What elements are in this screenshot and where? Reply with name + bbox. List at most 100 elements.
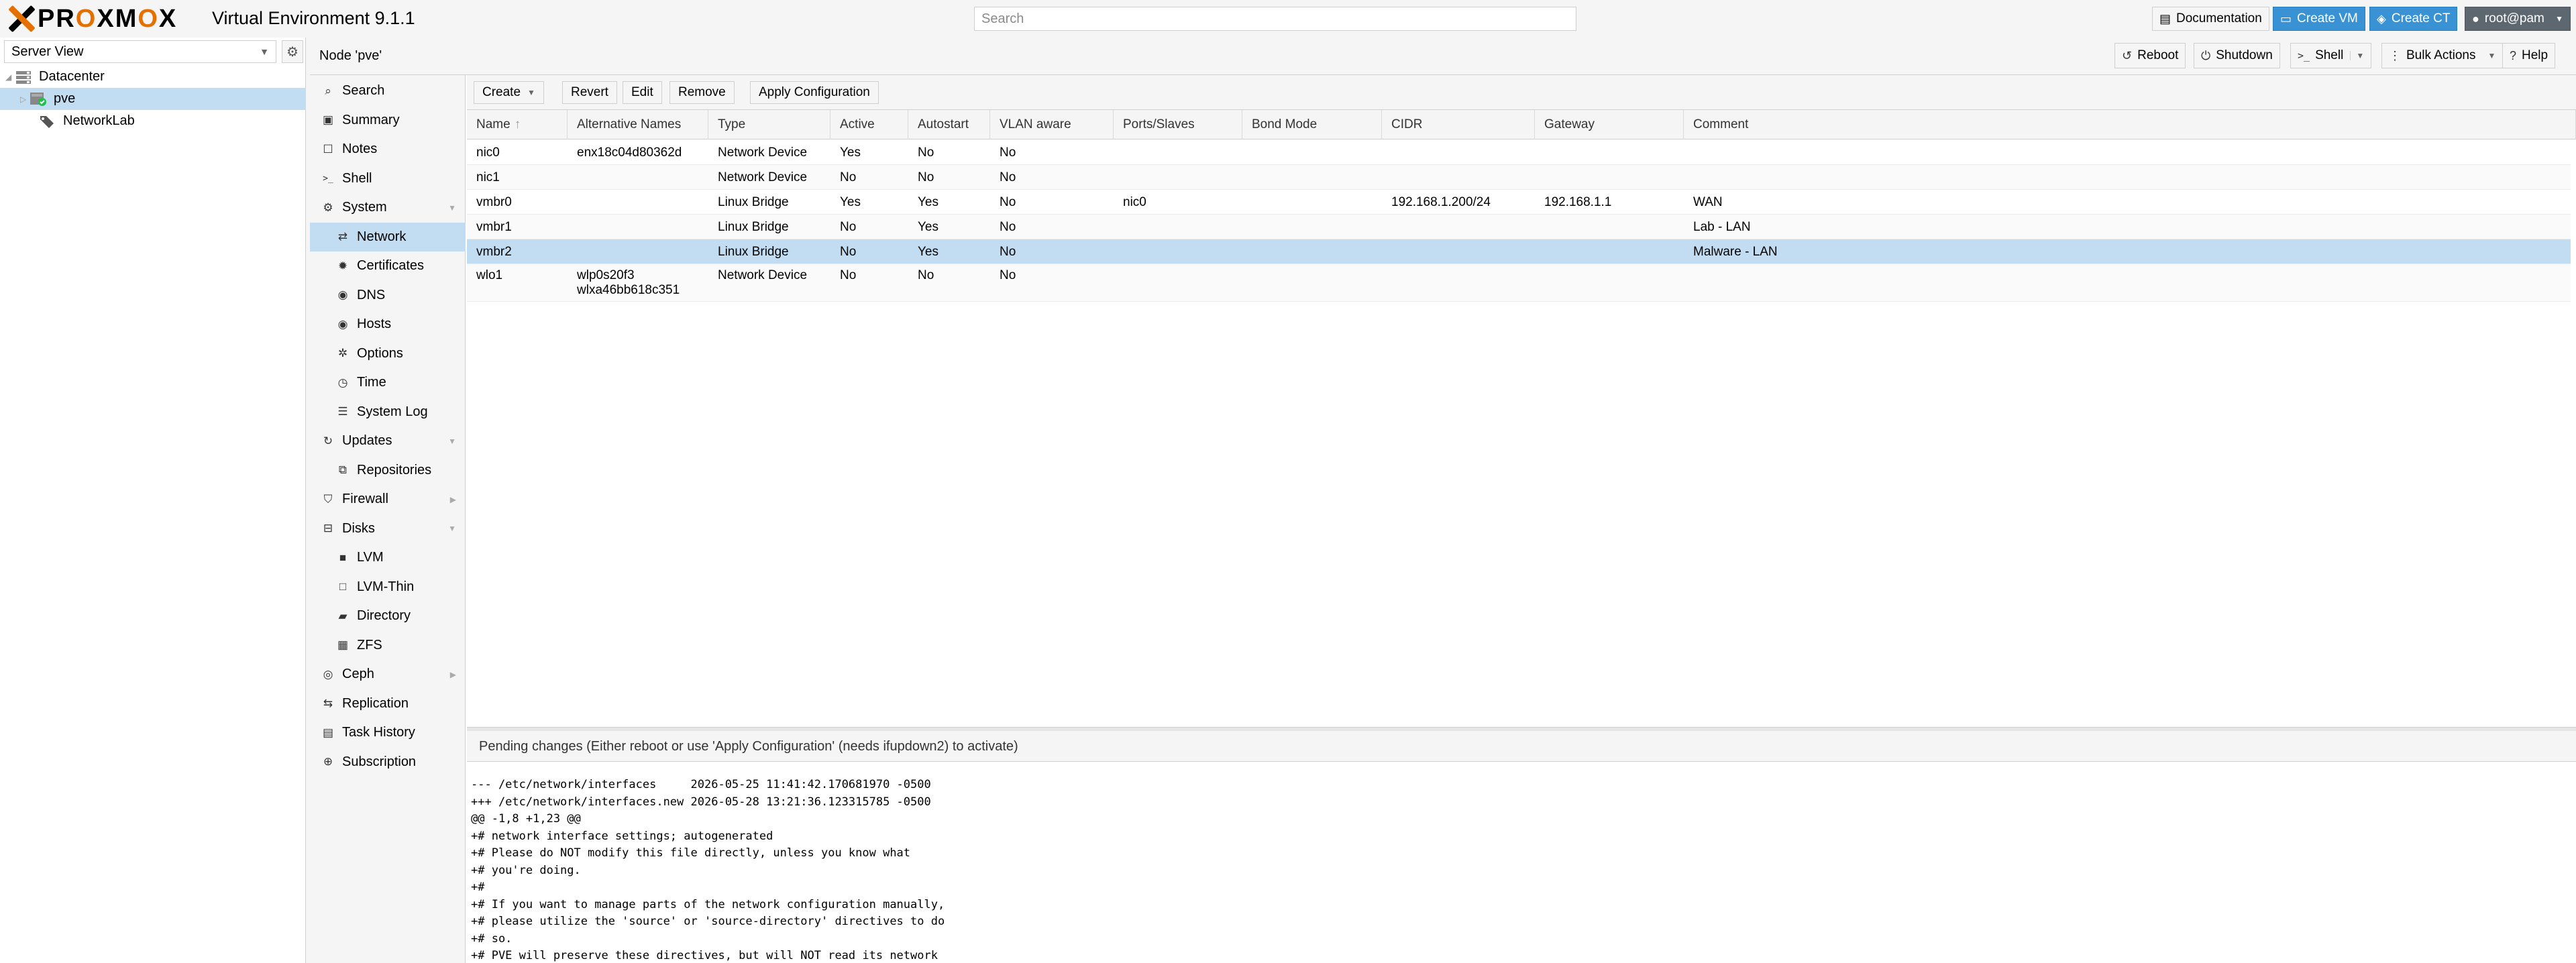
create-vm-button[interactable]: ▭ Create VM — [2273, 7, 2365, 31]
user-label: root@pam — [2484, 11, 2544, 25]
column-header-bond-mode[interactable]: Bond Mode — [1242, 110, 1382, 139]
apply-configuration-button[interactable]: Apply Configuration — [750, 81, 879, 104]
nav-item-hosts[interactable]: ◉ Hosts — [310, 310, 466, 339]
nav-item-updates[interactable]: ↻ Updates ▼ — [310, 427, 466, 455]
reboot-label: Reboot — [2137, 48, 2179, 62]
nav-item-system[interactable]: ⚙ System ▼ — [310, 193, 466, 222]
cell-comment: Lab - LAN — [1693, 220, 1751, 234]
nav-item-notes[interactable]: ☐ Notes — [310, 135, 466, 164]
revert-button[interactable]: Revert — [562, 81, 617, 104]
edit-button[interactable]: Edit — [623, 81, 662, 104]
nav-item-replication[interactable]: ⇆ Replication — [310, 689, 466, 718]
cell-active: No — [840, 245, 857, 259]
column-header-label: Comment — [1693, 117, 1749, 131]
table-row[interactable]: nic0 enx18c04d80362d Network Device Yes No No — [467, 140, 2571, 165]
user-menu-button[interactable]: ● root@pam ▼ — [2465, 7, 2571, 31]
documentation-button[interactable]: ▤ Documentation — [2152, 7, 2269, 31]
global-search-input[interactable] — [974, 7, 1576, 31]
chevron-right-icon[interactable]: ▶ — [450, 495, 456, 504]
globe-icon: ◉ — [337, 288, 348, 301]
table-row[interactable]: nic1 Network Device No No No — [467, 165, 2571, 190]
bulk-actions-button[interactable]: ⋮ Bulk Actions ▼ — [2381, 43, 2504, 68]
chevron-down-icon[interactable]: ▼ — [448, 203, 456, 213]
summary-icon: ▣ — [322, 113, 334, 126]
list-alt-icon: ▤ — [322, 726, 334, 739]
nav-item-shell[interactable]: >_ Shell — [310, 164, 466, 193]
nav-item-dns[interactable]: ◉ DNS — [310, 281, 466, 310]
proxmox-logo[interactable]: PROXMOX — [8, 3, 177, 35]
nav-item-certificates[interactable]: ✹ Certificates — [310, 251, 466, 280]
table-row[interactable]: vmbr0 Linux Bridge Yes Yes No nic0 192.168.1.2… — [467, 190, 2571, 215]
shell-button[interactable]: >_ Shell ▼ — [2290, 43, 2372, 68]
gear-icon[interactable]: ⚙ — [282, 40, 303, 63]
table-row[interactable]: wlo1 wlp0s20f3 wlxa46bb618c351 Network Devi… — [467, 264, 2571, 302]
folder-icon: ▰ — [338, 609, 347, 622]
nav-item-directory[interactable]: ▰ Directory — [310, 602, 466, 630]
nav-item-subscription[interactable]: ⊕ Subscription — [310, 748, 466, 777]
gear-icon: ✲ — [337, 347, 348, 359]
create-button[interactable]: Create ▼ — [474, 81, 544, 104]
nav-item-label: DNS — [357, 287, 386, 302]
nav-item-firewall[interactable]: ⛉ Firewall ▶ — [310, 485, 466, 514]
column-header-name[interactable]: Name ↑ — [467, 110, 568, 139]
column-header-autostart[interactable]: Autostart — [908, 110, 990, 139]
remove-label: Remove — [678, 85, 726, 99]
column-header-alternative-names[interactable]: Alternative Names — [568, 110, 708, 139]
repository-icon: ⧉ — [338, 463, 347, 476]
nav-item-network[interactable]: ⇄ Network — [310, 222, 466, 251]
nav-item-task-history[interactable]: ▤ Task History — [310, 718, 466, 747]
column-header-cidr[interactable]: CIDR — [1382, 110, 1535, 139]
cell-name: wlo1 — [476, 268, 503, 282]
nav-item-label: Subscription — [342, 754, 417, 769]
column-header-type[interactable]: Type — [708, 110, 830, 139]
table-row[interactable]: vmbr1 Linux Bridge No Yes No Lab - LAN — [467, 215, 2571, 239]
tree-item-networklab[interactable]: NetworkLab — [0, 110, 306, 132]
create-ct-button[interactable]: ◈ Create CT — [2369, 7, 2458, 31]
cell-name: nic0 — [476, 146, 500, 160]
apply-configuration-label: Apply Configuration — [759, 85, 870, 99]
cell-autostart: Yes — [918, 195, 938, 209]
nav-item-lvm-thin[interactable]: □ LVM-Thin — [310, 573, 466, 602]
nav-item-search[interactable]: ⌕ Search — [310, 76, 466, 105]
shutdown-button[interactable]: ⏻ Shutdown — [2194, 43, 2280, 68]
table-row[interactable]: vmbr2 Linux Bridge No Yes No Malware - LAN — [467, 239, 2571, 264]
cell-vlan: No — [1000, 245, 1016, 259]
chevron-right-icon[interactable]: ▶ — [450, 670, 456, 679]
nav-item-summary[interactable]: ▣ Summary — [310, 106, 466, 135]
cell-vlan: No — [1000, 220, 1016, 234]
chevron-down-icon: ▼ — [2555, 14, 2563, 23]
column-header-label: Type — [718, 117, 746, 131]
nav-item-time[interactable]: ◷ Time — [310, 368, 466, 397]
nav-item-system-log[interactable]: ☰ System Log — [310, 398, 466, 427]
nav-item-ceph[interactable]: ◎ Ceph ▶ — [310, 660, 466, 689]
nav-item-repositories[interactable]: ⧉ Repositories — [310, 456, 466, 485]
revert-label: Revert — [571, 85, 608, 99]
nav-item-label: Options — [357, 345, 403, 361]
column-header-comment[interactable]: Comment — [1684, 110, 2576, 139]
cell-vlan: No — [1000, 268, 1016, 282]
view-selector[interactable]: Server View ▼ — [4, 40, 276, 63]
reboot-button[interactable]: ↺ Reboot — [2114, 43, 2186, 68]
nav-item-label: Notes — [342, 141, 378, 156]
tags-icon — [39, 114, 56, 129]
column-header-active[interactable]: Active — [830, 110, 908, 139]
chevron-down-icon[interactable]: ▼ — [448, 524, 456, 533]
nav-item-disks[interactable]: ⊟ Disks ▼ — [310, 514, 466, 543]
tree-item-pve[interactable]: ▷ pve — [0, 88, 306, 110]
cell-comment: Malware - LAN — [1693, 245, 1778, 259]
tree-item-datacenter[interactable]: ◢ Datacenter — [0, 66, 306, 88]
column-header-gateway[interactable]: Gateway — [1535, 110, 1684, 139]
cell-name: nic1 — [476, 170, 500, 184]
column-header-vlan-aware[interactable]: VLAN aware — [990, 110, 1114, 139]
column-header-ports-slaves[interactable]: Ports/Slaves — [1114, 110, 1242, 139]
nav-item-zfs[interactable]: ▦ ZFS — [310, 631, 466, 660]
nav-item-lvm[interactable]: ■ LVM — [310, 543, 466, 572]
nav-item-options[interactable]: ✲ Options — [310, 339, 466, 368]
remove-button[interactable]: Remove — [669, 81, 735, 104]
nav-item-label: LVM-Thin — [357, 579, 415, 594]
chevron-down-icon[interactable]: ▼ — [448, 437, 456, 446]
cell-vlan: No — [1000, 195, 1016, 209]
cell-alt: wlp0s20f3 wlxa46bb618c351 — [568, 264, 708, 298]
nav-item-label: Search — [342, 83, 385, 98]
help-button[interactable]: ? Help — [2502, 43, 2556, 68]
